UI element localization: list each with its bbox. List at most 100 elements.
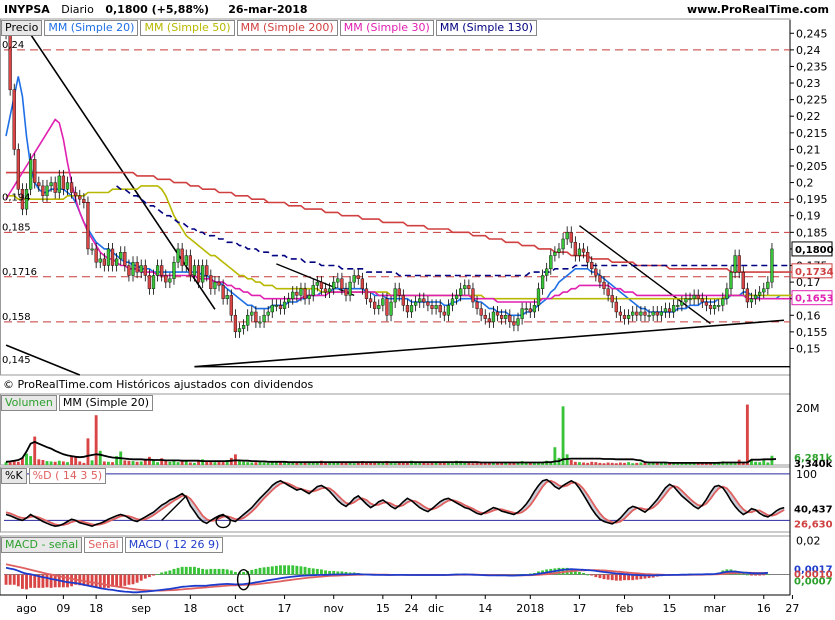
macd-histogram-bar xyxy=(315,568,319,575)
candle-body xyxy=(586,252,590,263)
volume-bar xyxy=(242,461,246,465)
candle-body xyxy=(577,248,582,256)
candle-body xyxy=(688,298,692,301)
trendline-major-down xyxy=(25,27,216,310)
volume-panel xyxy=(4,404,777,465)
candle-body xyxy=(114,258,119,266)
macd-histogram-bar xyxy=(209,568,213,575)
ma-line xyxy=(5,76,781,317)
volume-bar xyxy=(74,456,78,465)
candle-body xyxy=(155,265,160,276)
legend-item[interactable]: MM (Simple 30) xyxy=(339,20,434,36)
macd-histogram-bar xyxy=(25,574,28,590)
legend-item[interactable]: MM (Simple 20) xyxy=(58,395,154,411)
macd-histogram-bar xyxy=(266,566,270,575)
macd-histogram-bar xyxy=(299,566,303,575)
candle-body xyxy=(643,311,647,316)
legend-item[interactable]: MM (Simple 130) xyxy=(435,20,537,36)
price-tag: 0,1734 xyxy=(795,267,834,278)
x-tick-label: 17 xyxy=(572,602,586,615)
legend-item[interactable]: MM (Simple 20) xyxy=(44,20,139,36)
macd-histogram-bar xyxy=(254,568,258,575)
macd-y-label: 0,0007 xyxy=(794,577,833,588)
macd-histogram-bar xyxy=(115,574,119,587)
candle-body xyxy=(327,288,332,293)
candle-body xyxy=(106,248,111,266)
candle-body xyxy=(151,275,156,289)
volume-bar xyxy=(164,461,168,465)
legend-item[interactable]: Precio xyxy=(1,20,43,36)
macd-histogram-bar xyxy=(66,574,69,588)
candle-body xyxy=(766,281,770,289)
candle-body xyxy=(135,261,139,273)
legend-item[interactable]: MM (Simple 50) xyxy=(140,20,235,36)
candle-body xyxy=(229,295,233,316)
volume-bar xyxy=(578,462,581,465)
level-label: 0,158 xyxy=(2,312,31,323)
candle-body xyxy=(360,278,365,289)
x-tick-label: 27 xyxy=(785,602,799,615)
volume-bar xyxy=(86,438,90,465)
macd-histogram-bar xyxy=(29,574,33,588)
candle-body xyxy=(172,261,176,279)
macd-histogram-bar xyxy=(172,568,176,575)
y-tick-label: 0,205 xyxy=(796,160,828,173)
macd-histogram-bar xyxy=(193,566,196,575)
candle-body xyxy=(418,298,422,303)
macd-histogram-bar xyxy=(324,570,327,575)
macd-histogram-bar xyxy=(156,574,160,575)
macd-histogram-bar xyxy=(180,566,184,575)
legend-item[interactable]: MACD - señal xyxy=(1,537,83,553)
candle-body xyxy=(454,295,459,299)
volume-bar xyxy=(393,463,397,465)
legend-item[interactable]: Señal xyxy=(84,537,123,553)
volume-bar xyxy=(41,460,45,465)
volume-legend: Volumen MM (Simple 20) xyxy=(1,395,154,411)
level-label: 0,1716 xyxy=(2,267,37,278)
volume-bar xyxy=(188,462,192,465)
candle-body xyxy=(516,318,520,326)
legend-item[interactable]: %D ( 14 3 5) xyxy=(28,468,107,484)
candle-body xyxy=(201,265,205,283)
macd-histogram-bar xyxy=(176,567,180,575)
candle-body xyxy=(553,252,557,256)
volume-bar xyxy=(45,461,49,465)
legend-item[interactable]: MACD ( 12 26 9) xyxy=(124,537,224,553)
volume-bar xyxy=(213,462,217,465)
macd-histogram-bar xyxy=(201,568,205,575)
candle-body xyxy=(65,182,70,190)
legend-item[interactable]: Volumen xyxy=(1,395,57,411)
macd-histogram-bar xyxy=(184,566,188,575)
legend-item[interactable]: MM (Simple 200) xyxy=(236,20,338,36)
legend-item[interactable]: %K xyxy=(1,468,27,484)
candle-body xyxy=(303,288,307,299)
volume-bar xyxy=(143,460,147,465)
candle-body xyxy=(397,288,401,296)
candle-body xyxy=(221,285,225,299)
candle-body xyxy=(635,311,639,316)
volume-bar xyxy=(348,462,352,465)
stoch-k-line xyxy=(5,478,785,528)
macd-histogram-bar xyxy=(618,574,622,581)
candle-body xyxy=(622,315,627,319)
candle-body xyxy=(123,252,127,266)
axes: 0,2450,240,2350,230,2250,220,2150,210,20… xyxy=(0,27,834,615)
volume-bar xyxy=(418,462,422,465)
volume-bar xyxy=(766,462,770,465)
candle-body xyxy=(381,298,385,306)
candle-body xyxy=(295,291,299,296)
candle-body xyxy=(401,295,405,306)
candle-body xyxy=(311,285,315,296)
volume-bar xyxy=(66,462,69,465)
candle-body xyxy=(602,281,606,289)
volume-bar xyxy=(467,462,471,465)
volume-bar xyxy=(102,461,106,465)
volume-bar xyxy=(561,406,565,465)
candle-body xyxy=(520,308,524,319)
candle-body xyxy=(610,295,614,303)
candle-body xyxy=(393,288,397,303)
volume-bar xyxy=(29,456,33,465)
x-tick-label: nov xyxy=(324,602,345,615)
candle-body xyxy=(45,185,49,197)
candle-body xyxy=(450,298,455,306)
